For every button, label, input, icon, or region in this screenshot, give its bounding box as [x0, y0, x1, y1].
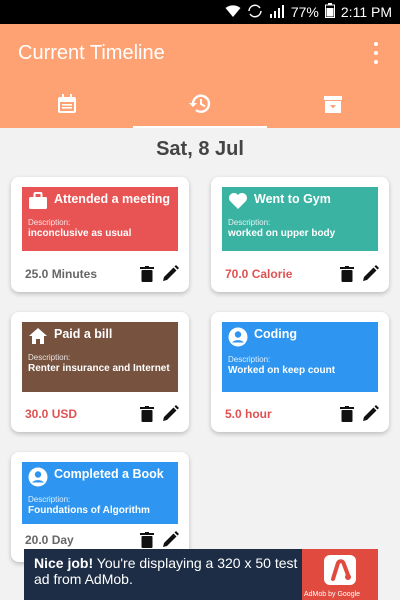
battery-icon	[324, 3, 335, 21]
card-title: Paid a bill	[54, 327, 113, 341]
description-text: Renter insurance and Internet	[28, 363, 170, 374]
signal-icon	[269, 4, 285, 21]
card-metric: 25.0 Minutes	[25, 266, 98, 281]
admob-icon	[324, 555, 356, 585]
pencil-icon	[163, 405, 179, 421]
delete-button[interactable]	[140, 405, 154, 422]
sync-icon	[247, 4, 263, 21]
card-header: Coding Description: Worked on keep count	[222, 322, 378, 392]
delete-button[interactable]	[140, 265, 154, 282]
app-bar: Current Timeline	[0, 24, 400, 128]
dot-icon	[374, 60, 378, 64]
ad-text: Nice job! You're displaying a 320 x 50 t…	[34, 555, 304, 587]
clock: 2:11 PM	[340, 4, 392, 20]
card-header: Went to Gym Description: worked on upper…	[222, 187, 378, 251]
description-text: worked on upper body	[228, 228, 336, 239]
description-label: Description:	[28, 495, 71, 504]
pencil-icon	[363, 405, 379, 421]
card-header: Paid a bill Description: Renter insuranc…	[22, 322, 178, 392]
edit-button[interactable]	[362, 265, 379, 282]
tab-bar	[0, 84, 400, 128]
trash-icon	[340, 405, 354, 422]
pencil-icon	[363, 265, 379, 281]
timeline-card[interactable]: Attended a meeting Description: inconclu…	[11, 177, 189, 292]
card-title: Went to Gym	[254, 192, 331, 206]
tab-history[interactable]	[133, 84, 267, 128]
timeline-card[interactable]: Completed a Book Description: Foundation…	[11, 452, 189, 562]
dot-icon	[374, 42, 378, 46]
pencil-icon	[163, 531, 179, 547]
battery-percent: 77%	[290, 4, 319, 20]
card-header: Attended a meeting Description: inconclu…	[22, 187, 178, 251]
pencil-icon	[163, 265, 179, 281]
dot-icon	[374, 51, 378, 55]
timeline-card[interactable]: Paid a bill Description: Renter insuranc…	[11, 312, 189, 432]
edit-button[interactable]	[162, 265, 179, 282]
wifi-icon	[225, 4, 241, 21]
card-metric: 30.0 USD	[25, 406, 78, 421]
edit-button[interactable]	[162, 531, 179, 548]
calendar-icon	[56, 93, 78, 120]
card-metric: 20.0 Day	[25, 532, 74, 547]
card-header: Completed a Book Description: Foundation…	[22, 462, 178, 524]
account-icon	[228, 327, 248, 352]
card-title: Coding	[254, 327, 298, 341]
admob-logo: AdMob by Google	[302, 549, 378, 600]
ad-banner[interactable]: Nice job! You're displaying a 320 x 50 t…	[24, 549, 378, 600]
description-label: Description:	[28, 353, 71, 362]
delete-button[interactable]	[340, 405, 354, 422]
trash-icon	[140, 405, 154, 422]
date-heading: Sat, 8 Jul	[156, 138, 244, 160]
briefcase-icon	[28, 192, 48, 215]
trash-icon	[340, 265, 354, 282]
trash-icon	[140, 265, 154, 282]
trash-icon	[140, 531, 154, 548]
tab-archive[interactable]	[267, 84, 400, 128]
ad-caption: AdMob by Google	[304, 591, 361, 598]
timeline-card[interactable]: Coding Description: Worked on keep count…	[211, 312, 389, 432]
status-bar: 77% 2:11 PM	[0, 0, 400, 24]
description-text: Worked on keep count	[228, 365, 336, 376]
timeline-card[interactable]: Went to Gym Description: worked on upper…	[211, 177, 389, 292]
more-options-button[interactable]	[370, 42, 382, 64]
description-text: inconclusive as usual	[28, 228, 132, 239]
delete-button[interactable]	[340, 265, 354, 282]
archive-icon	[322, 93, 344, 120]
card-title: Attended a meeting	[54, 192, 170, 206]
edit-button[interactable]	[162, 405, 179, 422]
account-icon	[28, 467, 48, 492]
description-text: Foundations of Algorithm	[28, 505, 150, 516]
edit-button[interactable]	[362, 405, 379, 422]
card-metric: 70.0 Calorie	[225, 266, 293, 281]
description-label: Description:	[28, 218, 71, 227]
home-icon	[28, 327, 48, 350]
history-icon	[188, 93, 212, 120]
page-title: Current Timeline	[18, 42, 165, 64]
card-metric: 5.0 hour	[225, 406, 272, 421]
description-label: Description:	[228, 218, 271, 227]
card-title: Completed a Book	[54, 467, 164, 481]
delete-button[interactable]	[140, 531, 154, 548]
tab-calendar[interactable]	[0, 84, 133, 128]
heart-icon	[228, 192, 248, 215]
description-label: Description:	[228, 355, 271, 364]
ad-headline: Nice job!	[34, 555, 94, 571]
